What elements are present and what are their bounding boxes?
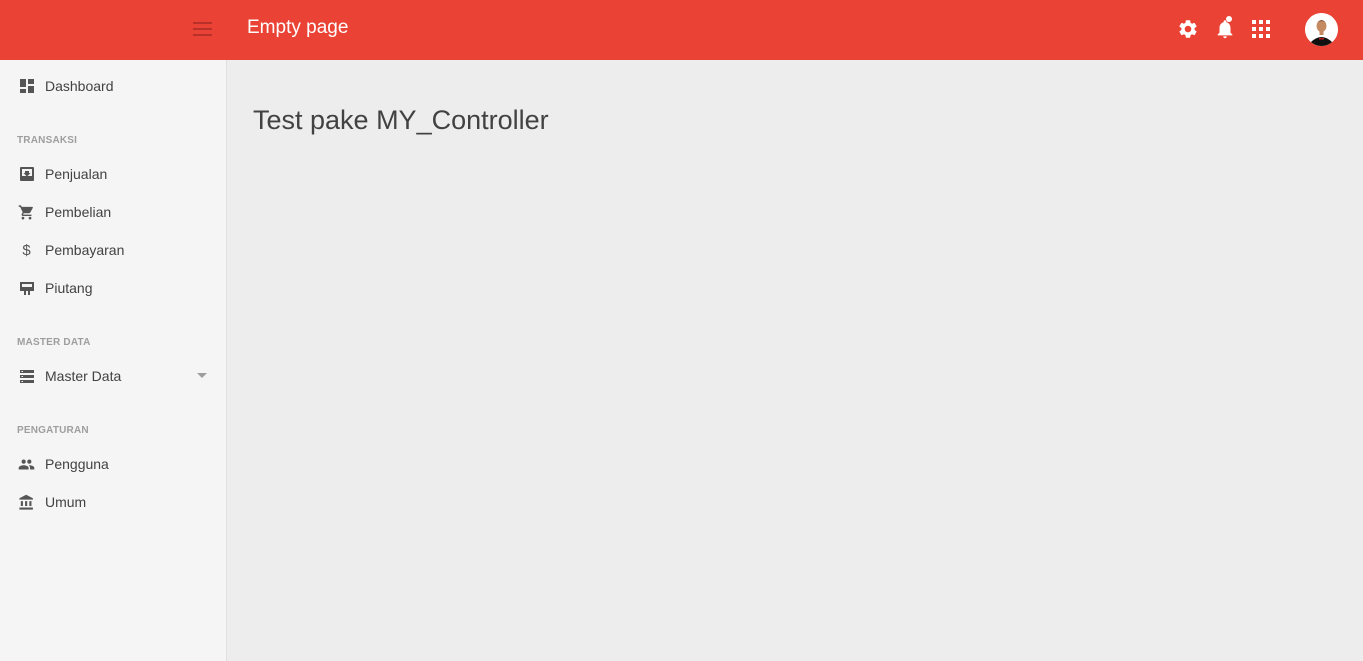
settings-icon[interactable] [1177, 18, 1199, 40]
monitor-icon [18, 280, 35, 297]
sidebar-item-pembelian[interactable]: Pembelian [0, 194, 226, 230]
menu-icon[interactable] [193, 19, 215, 39]
avatar[interactable] [1305, 13, 1338, 46]
sidebar-item-piutang[interactable]: Piutang [0, 270, 226, 306]
sidebar: Dashboard TRANSAKSI Penjualan Pembelian … [0, 60, 227, 661]
dollar-icon: $ [22, 241, 31, 259]
sidebar-item-label: Pembayaran [45, 242, 125, 258]
apps-icon[interactable] [1252, 20, 1270, 38]
sidebar-item-label: Umum [45, 494, 87, 510]
sidebar-item-dashboard[interactable]: Dashboard [0, 68, 226, 104]
inbox-download-icon [18, 166, 35, 183]
notifications-icon[interactable] [1214, 16, 1236, 41]
sidebar-item-label: Penjualan [45, 166, 108, 182]
dashboard-icon [18, 78, 35, 95]
sidebar-item-umum[interactable]: Umum [0, 484, 226, 520]
storage-icon [18, 368, 35, 385]
sidebar-item-pembayaran[interactable]: $ Pembayaran [0, 232, 226, 268]
bank-icon [18, 494, 35, 511]
notification-dot [1226, 16, 1232, 22]
sidebar-item-label: Pembelian [45, 204, 112, 220]
sidebar-item-master-data[interactable]: Master Data [0, 358, 226, 394]
sidebar-item-pengguna[interactable]: Pengguna [0, 446, 226, 482]
sidebar-item-label: Dashboard [45, 78, 114, 94]
sidebar-item-penjualan[interactable]: Penjualan [0, 156, 226, 192]
people-icon [18, 456, 35, 473]
main-content: Test pake MY_Controller [227, 60, 1363, 661]
section-title-transaksi: TRANSAKSI [17, 135, 78, 146]
sidebar-item-label: Master Data [45, 368, 122, 384]
chevron-down-icon[interactable] [197, 373, 207, 378]
top-app-bar: Empty page [0, 0, 1363, 60]
content-heading: Test pake MY_Controller [253, 105, 549, 135]
sidebar-item-label: Pengguna [45, 456, 109, 472]
section-title-master-data: MASTER DATA [17, 337, 91, 348]
page-title: Empty page [247, 17, 349, 38]
section-title-pengaturan: PENGATURAN [17, 425, 89, 436]
cart-icon [18, 204, 35, 221]
sidebar-item-label: Piutang [45, 280, 93, 296]
